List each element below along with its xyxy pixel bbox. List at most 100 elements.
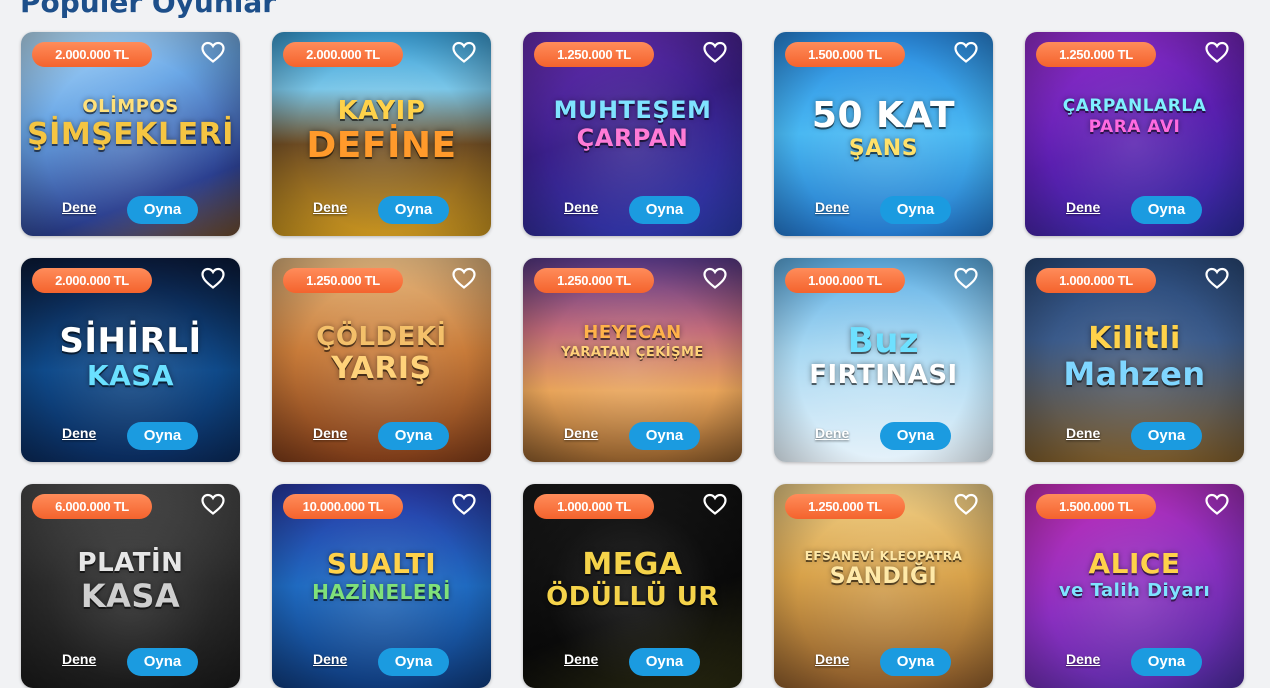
game-logo: EFSANEVİ KLEOPATRA SANDIĞI — [774, 550, 993, 588]
heart-icon[interactable] — [953, 266, 979, 290]
play-button[interactable]: Oyna — [1131, 648, 1202, 676]
game-logo-line1: Buz — [847, 321, 920, 361]
game-logo-line1: SUALTI — [326, 547, 437, 580]
demo-link[interactable]: Dene — [564, 425, 598, 441]
game-logo: MEGA ÖDÜLLÜ UR — [523, 550, 742, 612]
demo-link[interactable]: Dene — [815, 199, 849, 215]
heart-icon[interactable] — [451, 492, 477, 516]
card-actions: Dene Oyna — [774, 196, 993, 224]
game-card[interactable]: PLATİN KASA 6.000.000 TL Dene Oyna — [21, 484, 240, 688]
game-card[interactable]: MEGA ÖDÜLLÜ UR 1.000.000 TL Dene Oyna — [523, 484, 742, 688]
heart-icon[interactable] — [200, 266, 226, 290]
heart-icon[interactable] — [451, 266, 477, 290]
heart-icon[interactable] — [1204, 492, 1230, 516]
demo-link[interactable]: Dene — [313, 651, 347, 667]
play-button[interactable]: Oyna — [880, 648, 951, 676]
game-logo-line1: ALICE — [1088, 547, 1181, 580]
heart-icon[interactable] — [1204, 266, 1230, 290]
game-logo-line1: MUHTEŞEM — [553, 96, 712, 124]
card-actions: Dene Oyna — [272, 648, 491, 676]
heart-icon[interactable] — [451, 40, 477, 64]
demo-link[interactable]: Dene — [564, 199, 598, 215]
game-logo: Buz FIRTINASI — [774, 324, 993, 388]
game-card[interactable]: MUHTEŞEM ÇARPAN 1.250.000 TL Dene Oyna — [523, 32, 742, 236]
game-card[interactable]: Kilitli Mahzen 1.000.000 TL Dene Oyna — [1025, 258, 1244, 462]
demo-link[interactable]: Dene — [815, 651, 849, 667]
prize-badge: 1.250.000 TL — [534, 268, 654, 293]
card-actions: Dene Oyna — [21, 648, 240, 676]
play-button[interactable]: Oyna — [880, 422, 951, 450]
game-logo-line2: ÖDÜLLÜ UR — [546, 582, 719, 612]
demo-link[interactable]: Dene — [313, 425, 347, 441]
prize-badge: 1.250.000 TL — [283, 268, 403, 293]
card-actions: Dene Oyna — [1025, 196, 1244, 224]
game-card[interactable]: SİHİRLİ KASA 2.000.000 TL Dene Oyna — [21, 258, 240, 462]
demo-link[interactable]: Dene — [62, 651, 96, 667]
heart-icon[interactable] — [1204, 40, 1230, 64]
play-button[interactable]: Oyna — [1131, 422, 1202, 450]
game-card[interactable]: OLİMPOS ŞİMŞEKLERİ 2.000.000 TL Dene Oyna — [21, 32, 240, 236]
game-logo: KAYIP DEFİNE — [272, 98, 491, 164]
heart-icon[interactable] — [200, 40, 226, 64]
game-card[interactable]: KAYIP DEFİNE 2.000.000 TL Dene Oyna — [272, 32, 491, 236]
game-logo: ÇARPANLARLA PARA AVI — [1025, 98, 1244, 136]
prize-badge: 1.250.000 TL — [1036, 42, 1156, 67]
game-logo-line2: KASA — [80, 577, 181, 615]
demo-link[interactable]: Dene — [1066, 651, 1100, 667]
game-card[interactable]: SUALTI HAZİNELERİ 10.000.000 TL Dene Oyna — [272, 484, 491, 688]
prize-badge: 1.500.000 TL — [785, 42, 905, 67]
prize-badge: 1.500.000 TL — [1036, 494, 1156, 519]
prize-badge: 1.000.000 TL — [785, 268, 905, 293]
play-button[interactable]: Oyna — [127, 422, 198, 450]
game-logo-line2: Mahzen — [1063, 355, 1206, 393]
card-actions: Dene Oyna — [21, 422, 240, 450]
heart-icon[interactable] — [702, 266, 728, 290]
card-actions: Dene Oyna — [272, 422, 491, 450]
game-logo-line2: HAZİNELERİ — [312, 580, 451, 604]
demo-link[interactable]: Dene — [564, 651, 598, 667]
heart-icon[interactable] — [702, 40, 728, 64]
play-button[interactable]: Oyna — [1131, 196, 1202, 224]
demo-link[interactable]: Dene — [62, 199, 96, 215]
game-card[interactable]: ALICE ve Talih Diyarı 1.500.000 TL Dene Oyna — [1025, 484, 1244, 688]
play-button[interactable]: Oyna — [378, 422, 449, 450]
play-button[interactable]: Oyna — [880, 196, 951, 224]
demo-link[interactable]: Dene — [815, 425, 849, 441]
play-button[interactable]: Oyna — [127, 196, 198, 224]
game-card[interactable]: EFSANEVİ KLEOPATRA SANDIĞI 1.250.000 TL Den… — [774, 484, 993, 688]
demo-link[interactable]: Dene — [313, 199, 347, 215]
play-button[interactable]: Oyna — [127, 648, 198, 676]
game-card[interactable]: Buz FIRTINASI 1.000.000 TL Dene Oyna — [774, 258, 993, 462]
game-logo-line2: SANDIĞI — [829, 564, 938, 589]
play-button[interactable]: Oyna — [629, 422, 700, 450]
prize-badge: 2.000.000 TL — [32, 268, 152, 293]
game-logo-line1: HEYECAN — [583, 322, 682, 343]
game-card[interactable]: ÇARPANLARLA PARA AVI 1.250.000 TL Dene Oyna — [1025, 32, 1244, 236]
prize-badge: 2.000.000 TL — [283, 42, 403, 67]
heart-icon[interactable] — [953, 40, 979, 64]
game-logo-line1: Kilitli — [1088, 321, 1181, 356]
game-card[interactable]: HEYECAN YARATAN ÇEKİŞME 1.250.000 TL Dene Oy… — [523, 258, 742, 462]
play-button[interactable]: Oyna — [629, 196, 700, 224]
prize-badge: 1.000.000 TL — [534, 494, 654, 519]
demo-link[interactable]: Dene — [1066, 199, 1100, 215]
game-logo-line2: YARIŞ — [331, 351, 432, 386]
card-actions: Dene Oyna — [523, 196, 742, 224]
heart-icon[interactable] — [200, 492, 226, 516]
prize-badge: 6.000.000 TL — [32, 494, 152, 519]
demo-link[interactable]: Dene — [62, 425, 96, 441]
game-logo-line2: PARA AVI — [1088, 117, 1181, 137]
heart-icon[interactable] — [702, 492, 728, 516]
card-actions: Dene Oyna — [523, 422, 742, 450]
game-logo-line2: ŞİMŞEKLERİ — [27, 117, 234, 152]
play-button[interactable]: Oyna — [378, 196, 449, 224]
game-card[interactable]: 50 KAT ŞANS 1.500.000 TL Dene Oyna — [774, 32, 993, 236]
game-logo-line2: FIRTINASI — [809, 360, 958, 390]
prize-badge: 10.000.000 TL — [283, 494, 403, 519]
heart-icon[interactable] — [953, 492, 979, 516]
play-button[interactable]: Oyna — [629, 648, 700, 676]
play-button[interactable]: Oyna — [378, 648, 449, 676]
card-actions: Dene Oyna — [774, 422, 993, 450]
game-card[interactable]: ÇÖLDEKİ YARIŞ 1.250.000 TL Dene Oyna — [272, 258, 491, 462]
demo-link[interactable]: Dene — [1066, 425, 1100, 441]
